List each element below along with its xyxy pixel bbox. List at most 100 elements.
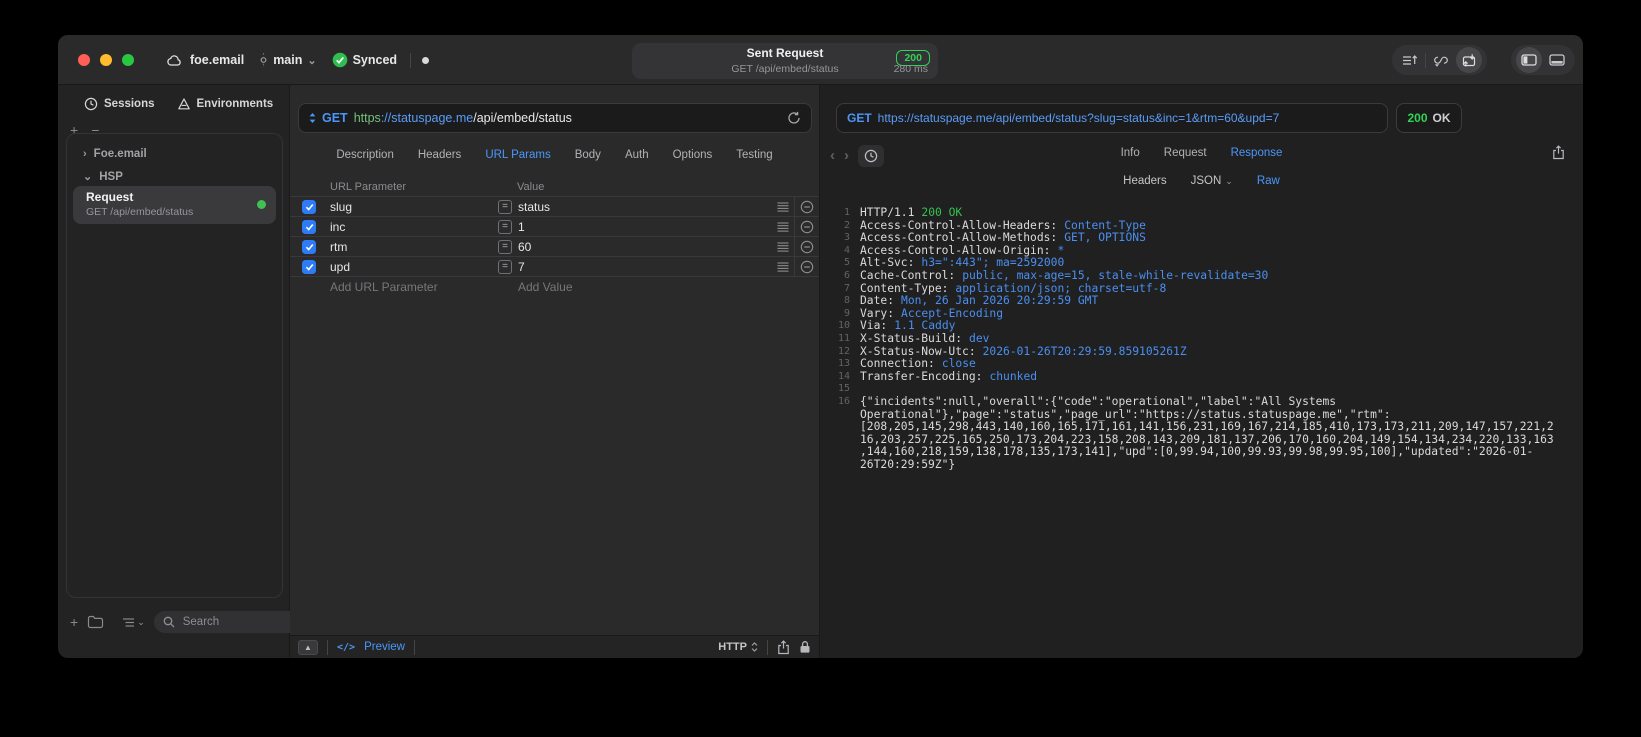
toggle-left-panel-button[interactable] [1516,47,1542,73]
request-list-export-button[interactable] [1397,47,1423,73]
equals-icon: = [498,220,512,234]
tab-request[interactable]: Request [1164,147,1207,159]
add-value-placeholder[interactable]: Add Value [518,280,573,294]
response-pane: GET https://statuspage.me/api/embed/stat… [820,85,1583,658]
equals-icon: = [498,200,512,214]
line-number: 4 [843,244,850,256]
sync-loop-button[interactable] [1428,47,1454,73]
protocol-selector[interactable]: HTTP [718,641,758,653]
sync-status[interactable]: Synced [332,52,397,68]
subtab-json[interactable]: JSON ⌄ [1191,175,1233,187]
check-icon [305,243,313,251]
minimize-window-button[interactable] [100,54,112,66]
params-table-header: URL Parameter Value [290,181,819,197]
check-icon [305,223,313,231]
request-item-title: Request [86,190,134,204]
request-tab[interactable]: Auth [625,149,649,161]
param-value[interactable]: 1 [518,220,525,234]
param-options-icon[interactable] [777,242,789,252]
line-number: 10 [837,320,850,332]
share-icon[interactable] [777,639,790,655]
param-options-icon[interactable] [777,262,789,272]
tab-environments[interactable]: Environments [177,97,273,111]
lock-icon[interactable] [799,640,811,654]
method-stepper-icon[interactable] [309,112,316,124]
request-tab[interactable]: Options [673,149,713,161]
synced-check-icon [332,52,348,68]
param-enabled-checkbox[interactable] [302,240,316,254]
chevron-down-icon: ⌄ [137,616,145,627]
tab-response[interactable]: Response [1231,147,1283,159]
new-request-button[interactable]: + [70,614,78,630]
response-url: https://statuspage.me/api/embed/status?s… [877,111,1280,125]
request-url-bar[interactable]: GET https://statuspage.me/api/embed/stat… [298,103,812,133]
preview-button[interactable]: Preview [364,641,405,653]
new-folder-button[interactable] [87,615,104,629]
sidebar: Sessions Environments + − › Foe.email ⌄ … [58,85,348,658]
request-tab[interactable]: URL Params [485,149,550,161]
branch-name: main [273,53,303,67]
expand-editor-button[interactable]: ▲ [298,639,318,655]
param-name[interactable]: rtm [330,240,347,254]
request-url[interactable]: https://statuspage.me/api/embed/status [354,111,572,125]
response-header-line: 8 Date: Mon, 26 Jan 2026 20:29:59 GMT [820,294,1583,308]
column-header-name: URL Parameter [330,181,407,193]
close-window-button[interactable] [78,54,90,66]
chevron-down-icon: ⌄ [307,54,317,67]
request-method[interactable]: GET [322,111,348,125]
param-value[interactable]: 60 [518,240,531,254]
param-name[interactable]: inc [330,220,345,234]
resend-request-icon[interactable] [787,111,801,125]
branch-selector[interactable]: main ⌄ [259,52,317,68]
param-value[interactable]: status [518,200,550,214]
tab-info[interactable]: Info [1121,147,1140,159]
toolbar-group-layout [1511,45,1575,75]
param-value[interactable]: 7 [518,260,525,274]
remove-param-icon[interactable] [800,240,814,254]
response-header-line: 14 Transfer-Encoding: chunked [820,370,1583,384]
export-response-icon[interactable] [1552,145,1565,160]
add-param-placeholder[interactable]: Add URL Parameter [330,280,438,294]
add-param-row[interactable]: Add URL Parameter Add Value [290,277,819,297]
check-icon [305,203,313,211]
param-enabled-checkbox[interactable] [302,260,316,274]
chevron-down-icon: ⌄ [83,171,93,183]
remove-param-icon[interactable] [800,200,814,214]
subtab-raw[interactable]: Raw [1257,175,1280,187]
import-export-button[interactable] [1456,47,1482,73]
line-number: 16 [837,395,850,407]
request-tab[interactable]: Testing [736,149,772,161]
request-list-item-selected[interactable]: Request GET /api/embed/status [73,186,276,224]
request-tab[interactable]: Body [575,149,601,161]
response-url-bar: GET https://statuspage.me/api/embed/stat… [836,103,1388,133]
request-status-dot [257,200,266,209]
line-number: 12 [837,345,850,357]
request-tab[interactable]: Description [336,149,394,161]
tree-item-foe-email[interactable]: › Foe.email [83,148,147,160]
zoom-window-button[interactable] [122,54,134,66]
remove-param-icon[interactable] [800,260,814,274]
project-name[interactable]: foe.email [190,53,244,67]
sent-request-pill[interactable]: Sent Request 200 GET /api/embed/status 2… [632,43,938,79]
url-param-row: upd = 7 [290,257,819,277]
tree-item-hsp[interactable]: ⌄ HSP [83,170,123,184]
code-icon: </> [337,641,356,653]
param-options-icon[interactable] [777,202,789,212]
param-name[interactable]: slug [330,200,352,214]
param-name[interactable]: upd [330,260,350,274]
param-options-icon[interactable] [777,222,789,232]
toggle-bottom-panel-button[interactable] [1544,47,1570,73]
remove-param-icon[interactable] [800,220,814,234]
line-number: 3 [843,232,850,244]
response-raw-view[interactable]: 1 HTTP/1.1 200 OK 2 Access-Control-Allow-… [820,202,1583,658]
status-text: OK [1432,111,1451,125]
app-window: foe.email main ⌄ Synced Sent Request 200… [58,35,1583,658]
titlebar: foe.email main ⌄ Synced Sent Request 200… [58,35,1583,85]
request-tab[interactable]: Headers [418,149,461,161]
param-enabled-checkbox[interactable] [302,200,316,214]
subtab-headers[interactable]: Headers [1123,175,1166,187]
tab-sessions[interactable]: Sessions [84,97,155,111]
group-by-button[interactable]: ⌄ [122,617,145,628]
line-number: 14 [837,370,850,382]
param-enabled-checkbox[interactable] [302,220,316,234]
